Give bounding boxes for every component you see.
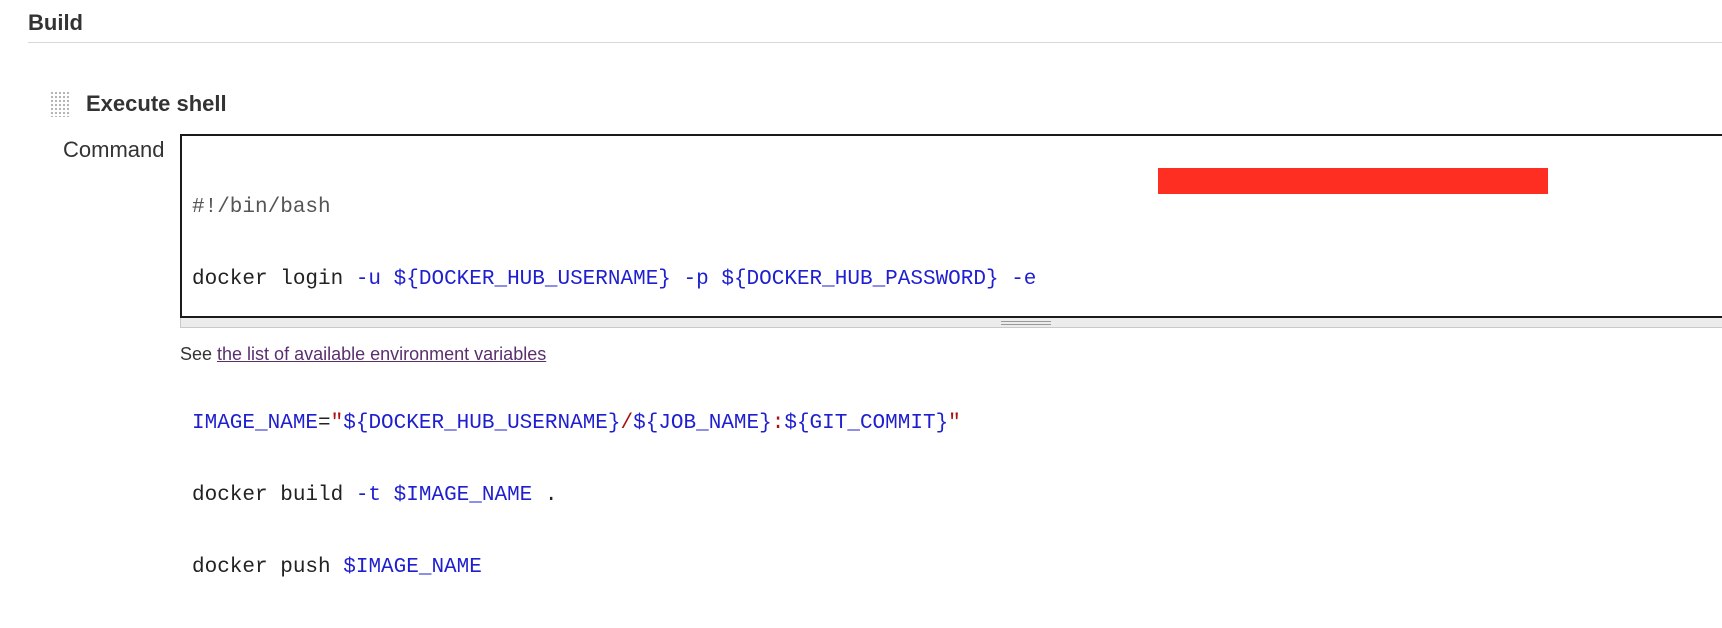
var-image-name: IMAGE_NAME [192,412,319,435]
command-code: #!/bin/bash docker login -u ${DOCKER_HUB… [192,148,1036,628]
build-context-dot: . [532,484,558,507]
var-image-name-ref: $IMAGE_NAME [393,484,533,507]
code-line-5: docker build -t $IMAGE_NAME . [192,484,1036,508]
editor-resize-bar[interactable] [180,318,1722,328]
flag-p: -p [683,268,709,291]
flag-e: -e [1011,268,1037,291]
var-docker-hub-username: ${DOCKER_HUB_USERNAME} [393,268,671,291]
colon: : [771,412,785,435]
env-variables-link[interactable]: the list of available environment variab… [217,344,546,364]
flag-t: -t [355,484,382,507]
help-text: See the list of available environment va… [180,344,546,365]
var-image-name-ref: $IMAGE_NAME [343,556,482,579]
var-job-name: ${JOB_NAME} [633,412,772,435]
execute-shell-step-header: Execute shell [50,90,227,118]
code-line-6: docker push $IMAGE_NAME [192,556,1036,580]
redacted-block [1158,168,1548,194]
var-git-commit: ${GIT_COMMIT} [784,412,949,435]
drag-handle-icon[interactable] [50,91,70,117]
help-prefix: See [180,344,218,364]
step-title: Execute shell [86,91,227,116]
slash: / [620,412,634,435]
resize-grip-icon[interactable] [1001,321,1051,325]
docker-push-cmd: docker push [192,556,344,579]
code-line-4: IMAGE_NAME="${DOCKER_HUB_USERNAME}/${JOB… [192,412,1036,436]
docker-build-cmd: docker build [192,484,356,507]
docker-login-cmd: docker login [192,268,356,291]
command-editor[interactable]: #!/bin/bash docker login -u ${DOCKER_HUB… [180,134,1722,579]
build-section-header: Build [28,8,1722,43]
open-quote: " [330,412,344,435]
shebang: #!/bin/bash [192,196,331,219]
var-docker-hub-username: ${DOCKER_HUB_USERNAME} [343,412,621,435]
close-quote: " [948,412,961,435]
code-line-2: docker login -u ${DOCKER_HUB_USERNAME} -… [192,268,1036,292]
section-title: Build [28,10,83,35]
flag-u: -u [355,268,382,291]
command-label: Command [63,137,165,162]
equals-sign: = [318,412,331,435]
var-docker-hub-password: ${DOCKER_HUB_PASSWORD} [721,268,999,291]
code-line-1: #!/bin/bash [192,196,1036,220]
